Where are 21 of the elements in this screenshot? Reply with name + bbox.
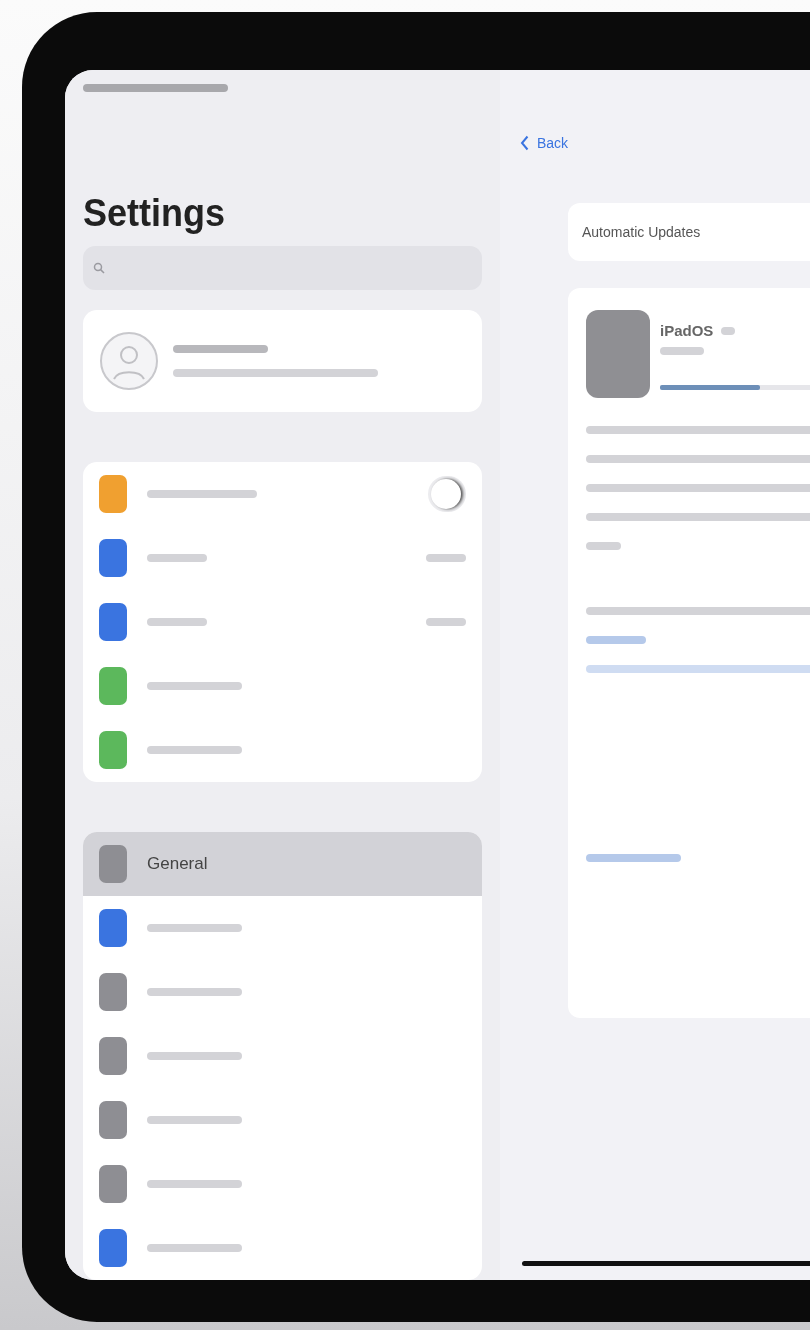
chevron-left-icon <box>520 135 529 151</box>
toggle-switch[interactable] <box>428 476 466 512</box>
profile-card[interactable] <box>83 310 482 412</box>
settings-row[interactable]: General <box>83 832 482 896</box>
text-placeholder-bar <box>586 542 621 550</box>
row-label: Automatic Updates <box>582 224 701 240</box>
app-icon <box>586 310 650 398</box>
settings-row[interactable]: Automatic Updates <box>568 203 810 261</box>
text-placeholder-bar <box>147 554 207 562</box>
text-placeholder-bar <box>147 618 207 626</box>
back-button[interactable]: Back <box>520 135 590 151</box>
search-field[interactable] <box>83 246 482 291</box>
text-placeholder-bar <box>426 618 466 626</box>
row-label: General <box>147 854 208 874</box>
text-placeholder-bar <box>426 554 466 562</box>
search-icon <box>93 262 105 275</box>
avatar-icon <box>99 331 159 392</box>
text-placeholder-bar <box>721 326 736 335</box>
text-placeholder-bar <box>660 347 704 355</box>
sidebar-title: Settings <box>83 189 226 237</box>
update-name: iPadOS <box>660 322 714 339</box>
